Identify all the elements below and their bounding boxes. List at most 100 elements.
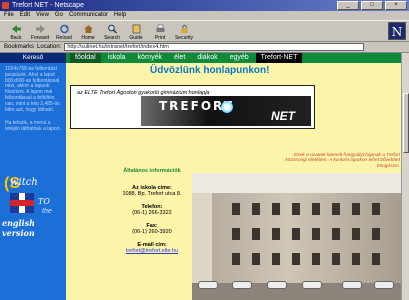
bookmarks-button[interactable]: Bookmarks: [4, 42, 34, 53]
photo-car: [232, 281, 252, 289]
url-input[interactable]: http://sulinet.hu/intranet/trefort/index…: [64, 43, 365, 51]
photo-window: [292, 228, 300, 240]
maximize-button[interactable]: □: [361, 1, 383, 10]
app-icon: [2, 2, 9, 9]
photo-sky: [192, 173, 401, 193]
switch-to-english-link[interactable]: (S witch TO the english version: [2, 175, 66, 238]
photo-window: [332, 253, 340, 265]
photo-window: [272, 253, 280, 265]
vertical-scrollbar[interactable]: [401, 53, 409, 300]
search-button[interactable]: Search: [100, 21, 124, 42]
photo-street: [192, 283, 401, 300]
switch-the-word: the: [42, 208, 52, 215]
english-version-text: english version: [2, 218, 35, 238]
sidebar-title[interactable]: Kereső: [0, 53, 66, 63]
school-building-photo: [192, 173, 401, 300]
photo-window: [272, 203, 280, 215]
photo-window: [352, 228, 360, 240]
photo-window: [292, 203, 300, 215]
window-title: Trefort NET - Netscape: [12, 2, 84, 9]
forward-label: Forward: [30, 35, 50, 41]
photo-window: [352, 253, 360, 265]
reload-label: Reload: [56, 35, 72, 41]
menu-file[interactable]: File: [4, 11, 14, 20]
menu-go[interactable]: Go: [55, 11, 63, 20]
netscape-throbber-icon[interactable]: N: [388, 22, 406, 40]
photo-car: [374, 281, 394, 289]
search-icon: [107, 24, 117, 34]
switch-to-word: TO: [38, 197, 50, 206]
photo-window: [312, 228, 320, 240]
photo-window: [232, 253, 240, 265]
home-label: Home: [81, 35, 95, 41]
forward-arrow-icon: [35, 25, 45, 33]
tab-kornyek[interactable]: környék: [133, 53, 168, 63]
photo-window: [332, 203, 340, 215]
tab-egyeb[interactable]: egyéb: [225, 53, 254, 63]
print-button[interactable]: Print: [148, 21, 172, 42]
close-button[interactable]: ×: [385, 1, 407, 10]
photo-car: [267, 281, 287, 289]
location-bar: Bookmarks Location: http://sulinet.hu/in…: [0, 42, 409, 53]
guide-button[interactable]: Guide: [124, 21, 148, 42]
page-viewport: Kereső 1024x768-as felbontást javaslunk.…: [0, 53, 401, 300]
menu-view[interactable]: View: [36, 11, 49, 20]
union-jack-flag-icon: [10, 193, 34, 213]
location-label: Location:: [37, 43, 62, 50]
photo-window: [352, 203, 360, 215]
scrollbar-thumb[interactable]: [403, 93, 409, 153]
home-icon: [83, 25, 93, 33]
photo-window: [252, 228, 260, 240]
menu-communicator[interactable]: Communicator: [69, 11, 108, 20]
forward-button[interactable]: Forward: [28, 21, 52, 42]
security-label: Security: [174, 35, 194, 41]
site-nav-tabs: főoldal iskola környék élet diákok egyéb…: [66, 53, 401, 63]
window-titlebar: Trefort NET - Netscape _ □ ×: [0, 0, 409, 11]
sidebar-menu-note: Ha tetszik, a menü a tetején láthatóak a…: [5, 120, 61, 133]
tab-trefort-net[interactable]: Trefort-NET: [255, 53, 303, 63]
tab-elet[interactable]: élet: [169, 53, 190, 63]
email-link[interactable]: trefort@trefort.elte.hu: [112, 248, 192, 255]
photo-window: [372, 203, 380, 215]
photo-window: [252, 253, 260, 265]
guide-label: Guide: [129, 35, 143, 41]
address-value: 1088, Bp. Trefort utca 8.: [122, 191, 182, 197]
menu-bar: File Edit View Go Communicator Help: [0, 11, 409, 20]
window-controls: _ □ ×: [337, 1, 407, 10]
tab-diakok[interactable]: diákok: [192, 53, 222, 63]
security-button[interactable]: Security: [172, 21, 196, 42]
navigation-toolbar: Back Forward Reload Home Search Guide Pr…: [0, 20, 409, 42]
back-label: Back: [10, 35, 22, 41]
photo-window: [252, 203, 260, 215]
welcome-heading: Üdvözlünk honlapunkon!: [150, 65, 270, 76]
sidebar-resolution-note: 1024x768-as felbontást javaslunk. Ahol a…: [5, 66, 60, 113]
photo-window: [312, 253, 320, 265]
home-button[interactable]: Home: [76, 21, 100, 42]
photo-window: [332, 228, 340, 240]
lock-icon: [181, 24, 187, 33]
tab-iskola[interactable]: iskola: [103, 53, 131, 63]
minimize-button[interactable]: _: [337, 1, 359, 10]
photo-car: [198, 281, 218, 289]
reload-icon: [59, 24, 69, 34]
photo-window: [372, 253, 380, 265]
menu-edit[interactable]: Edit: [20, 11, 30, 20]
photo-window: [272, 228, 280, 240]
tab-fooldal[interactable]: főoldal: [70, 53, 101, 63]
photo-window: [312, 203, 320, 215]
print-label: Print: [154, 35, 166, 41]
logo-net-text: NET: [271, 109, 295, 123]
photo-window: [232, 203, 240, 215]
back-arrow-icon: [11, 25, 21, 33]
red-info-note: Ezek a rovatok kiemelt hangsúlyt kapnak …: [285, 153, 400, 169]
photo-window: [372, 228, 380, 240]
general-info-block: Általános információk Az iskola címe: 10…: [112, 168, 192, 255]
phone-value: (06-1) 266-3322: [132, 210, 172, 216]
logo-sparkle-icon: [221, 101, 233, 113]
photo-window: [232, 228, 240, 240]
search-label: Search: [104, 35, 120, 41]
photo-car: [342, 281, 362, 289]
menu-help[interactable]: Help: [114, 11, 126, 20]
back-button[interactable]: Back: [4, 21, 28, 42]
reload-button[interactable]: Reload: [52, 21, 76, 42]
